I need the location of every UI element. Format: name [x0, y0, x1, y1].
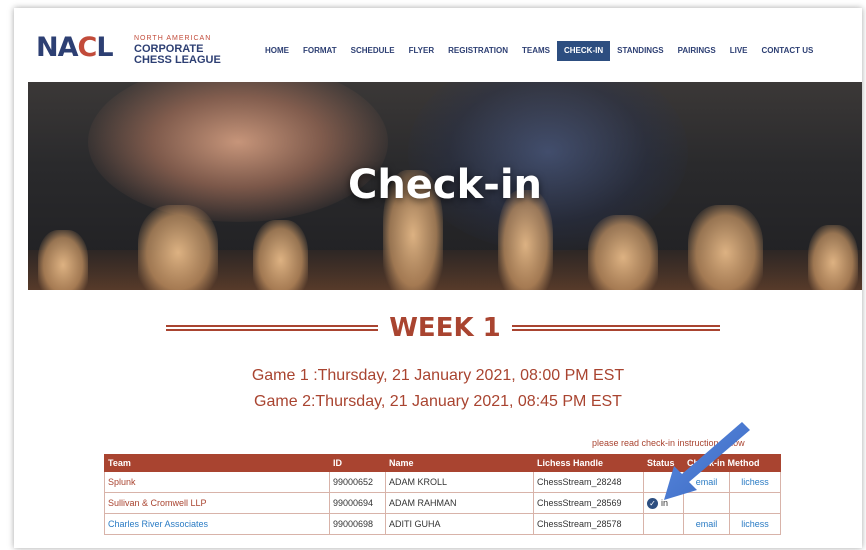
table-row: Sullivan & Cromwell LLP 99000694 ADAM RA… — [104, 492, 781, 514]
cell-id: 99000694 — [329, 492, 386, 514]
table-row: Charles River Associates 99000698 ADITI … — [104, 513, 781, 535]
check-in-instruction-note: please read check-in instruction below — [592, 438, 745, 448]
email-link — [683, 492, 730, 514]
logo-mark: NACL — [36, 32, 114, 63]
chess-piece-image — [808, 225, 858, 290]
nav-contact-us[interactable]: CONTACT US — [755, 41, 821, 61]
cell-team: Sullivan & Cromwell LLP — [104, 492, 330, 514]
nav-check-in[interactable]: CHECK-IN — [557, 41, 611, 61]
col-lichess-handle: Lichess Handle — [533, 454, 644, 472]
chess-piece-image — [138, 205, 218, 290]
nav-home[interactable]: HOME — [258, 41, 296, 61]
logo-text: NORTH AMERICAN CORPORATE CHESS LEAGUE — [134, 34, 221, 66]
nav-registration[interactable]: REGISTRATION — [441, 41, 515, 61]
col-id: ID — [329, 454, 386, 472]
game-2-time: Game 2:Thursday, 21 January 2021, 08:45 … — [254, 393, 622, 410]
cell-handle: ChessStream_28569 — [533, 492, 644, 514]
check-circle-icon: ✓ — [647, 497, 658, 509]
nav-format[interactable]: FORMAT — [296, 41, 344, 61]
col-check-in-method: Check-in Method — [683, 454, 781, 472]
cell-handle: ChessStream_28248 — [533, 471, 644, 493]
nav-teams[interactable]: TEAMS — [515, 41, 557, 61]
site-header: NACL NORTH AMERICAN CORPORATE CHESS LEAG… — [14, 8, 862, 80]
logo-line-2: CHESS LEAGUE — [134, 54, 221, 66]
game-1-time: Game 1 :Thursday, 21 January 2021, 08:00… — [251, 367, 625, 384]
table-header-row: Team ID Name Lichess Handle Status Check… — [104, 454, 781, 472]
nav-schedule[interactable]: SCHEDULE — [344, 41, 402, 61]
hero-banner: Check-in — [28, 82, 862, 290]
chess-piece-image — [588, 215, 658, 290]
hero-title: Check-in — [347, 162, 543, 208]
week-divider-right — [512, 325, 720, 331]
week-heading: WEEK 1 — [14, 310, 862, 346]
col-status: Status — [643, 454, 684, 472]
email-link[interactable]: email — [683, 513, 730, 535]
cell-name: ADITI GUHA — [385, 513, 534, 535]
cell-handle: ChessStream_28578 — [533, 513, 644, 535]
email-link[interactable]: email — [683, 471, 730, 493]
col-name: Name — [385, 454, 534, 472]
status-checked-in: ✓ in — [647, 497, 669, 509]
chess-piece-image — [38, 230, 88, 290]
nacl-logo[interactable]: NACL NORTH AMERICAN CORPORATE CHESS LEAG… — [36, 32, 236, 68]
lichess-link[interactable]: lichess — [729, 513, 781, 535]
nav-live[interactable]: LIVE — [723, 41, 755, 61]
cell-status: ✓ in — [643, 492, 684, 514]
cell-id: 99000652 — [329, 471, 386, 493]
nav-flyer[interactable]: FLYER — [402, 41, 442, 61]
cell-team-link[interactable]: Charles River Associates — [104, 513, 330, 535]
cell-name: ADAM RAHMAN — [385, 492, 534, 514]
page-frame: NACL NORTH AMERICAN CORPORATE CHESS LEAG… — [14, 8, 862, 548]
chess-piece-image — [688, 205, 763, 290]
cell-team: Splunk — [104, 471, 330, 493]
cell-name: ADAM KROLL — [385, 471, 534, 493]
table-row: Splunk 99000652 ADAM KROLL ChessStream_2… — [104, 471, 781, 493]
week-title: WEEK 1 — [389, 313, 501, 343]
main-nav: HOME FORMAT SCHEDULE FLYER REGISTRATION … — [258, 40, 820, 62]
col-team: Team — [104, 454, 330, 472]
status-text: in — [661, 498, 669, 508]
chess-piece-image — [253, 220, 308, 290]
check-in-table: Team ID Name Lichess Handle Status Check… — [104, 454, 781, 535]
cell-status — [643, 471, 684, 493]
week-divider-left — [166, 325, 378, 331]
nav-standings[interactable]: STANDINGS — [610, 41, 671, 61]
nav-pairings[interactable]: PAIRINGS — [671, 41, 723, 61]
cell-id: 99000698 — [329, 513, 386, 535]
cell-status — [643, 513, 684, 535]
lichess-link[interactable]: lichess — [729, 471, 781, 493]
lichess-link — [729, 492, 781, 514]
